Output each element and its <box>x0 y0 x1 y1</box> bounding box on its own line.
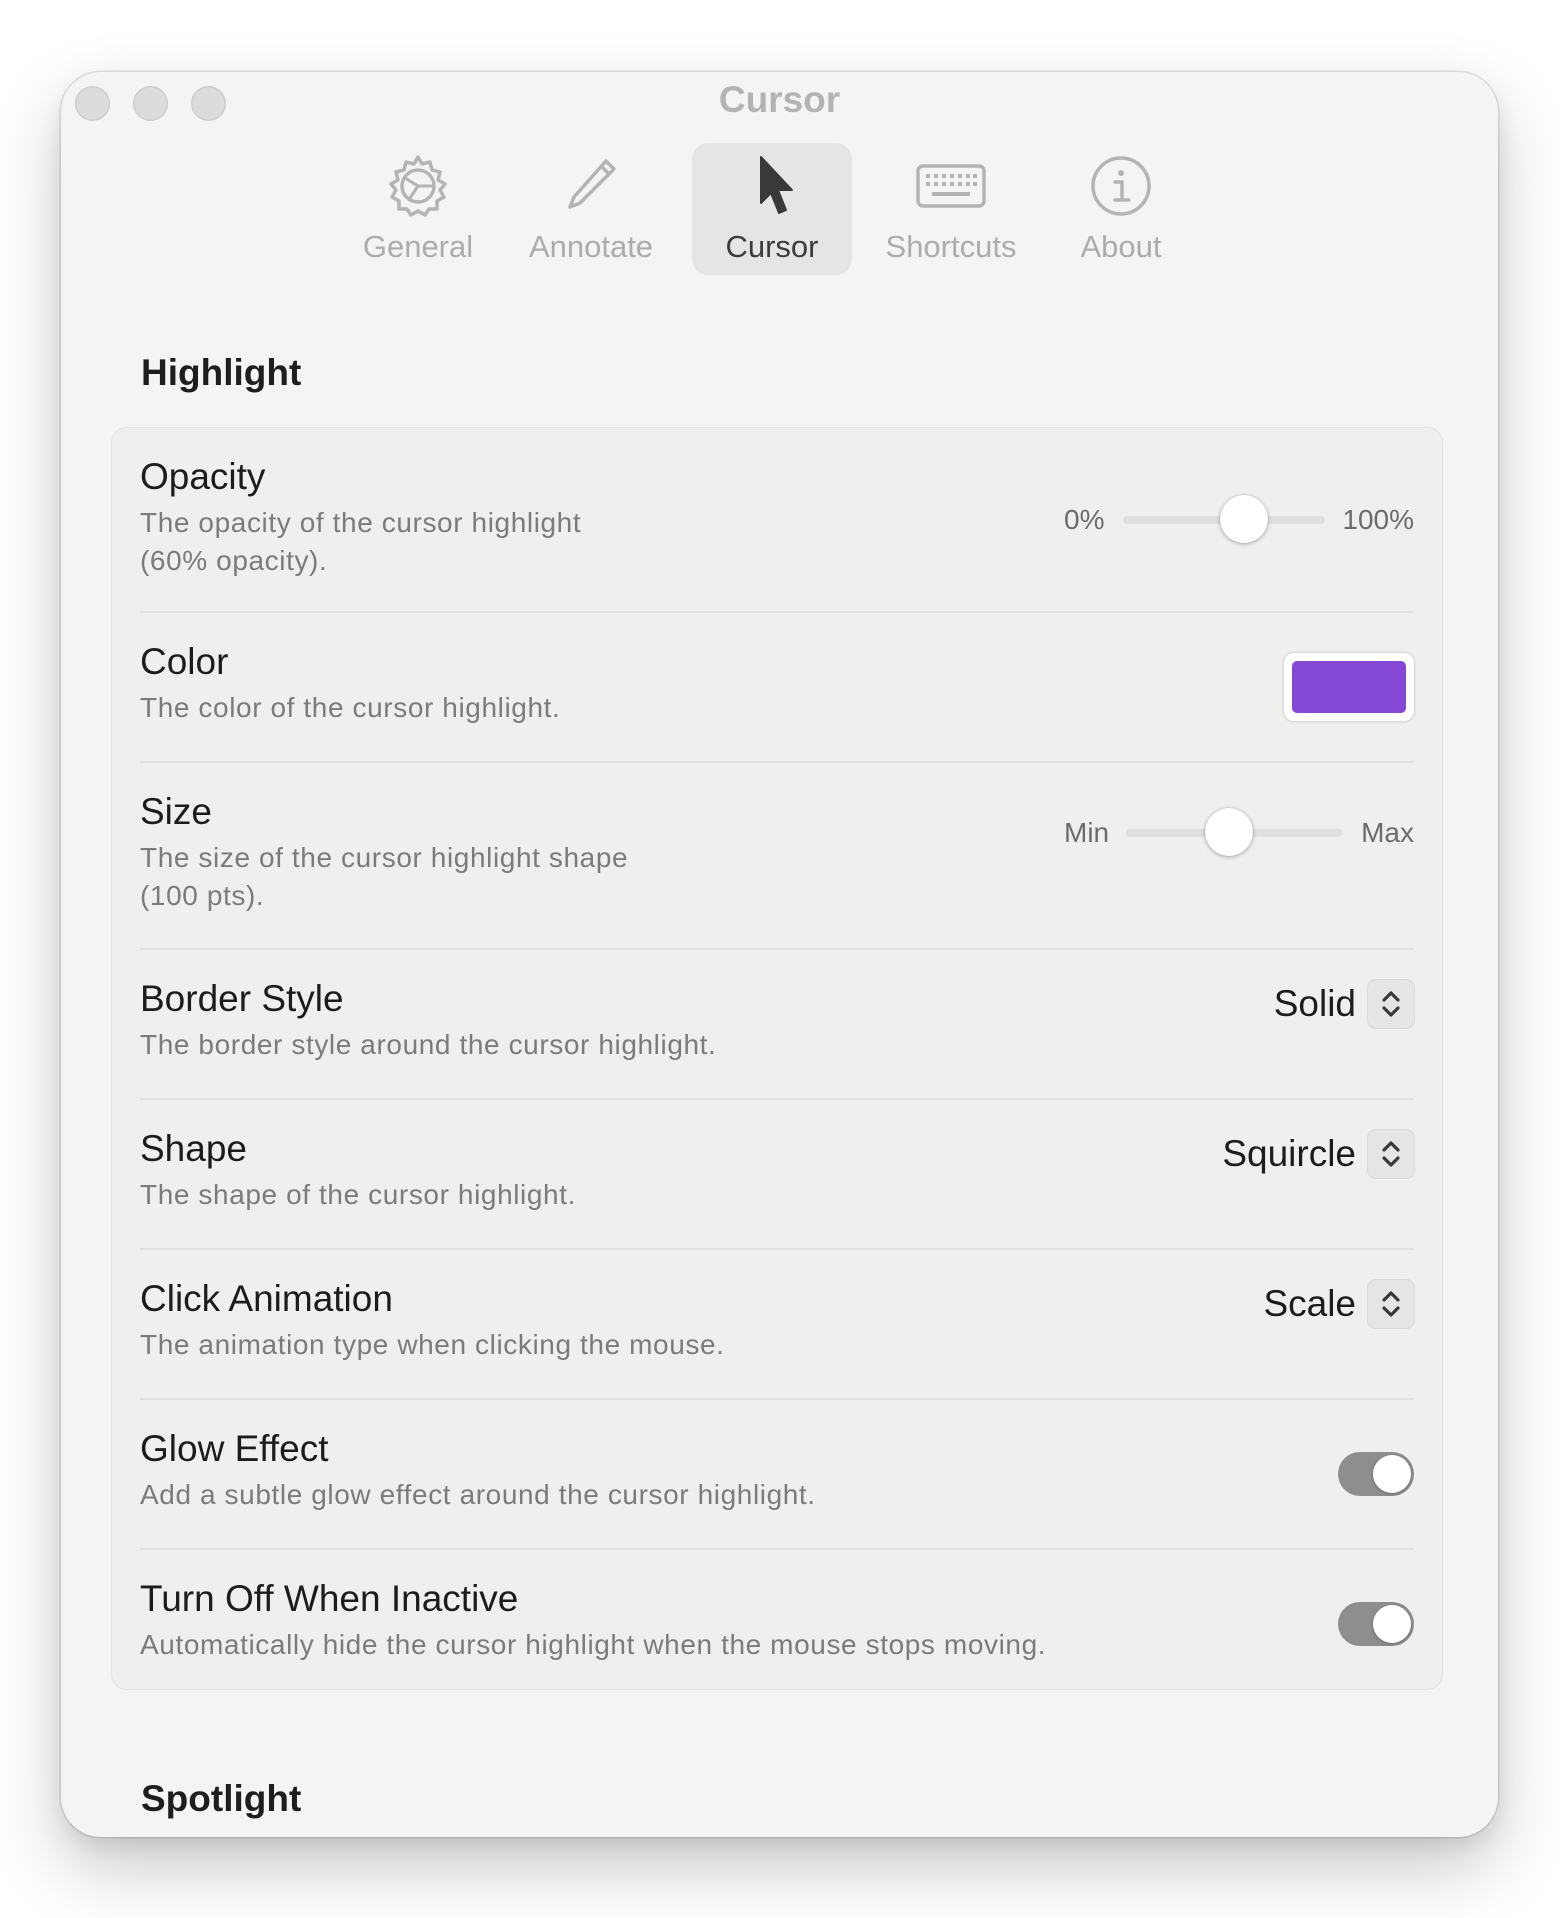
highlight-section-title: Highlight <box>141 352 302 393</box>
turn-off-inactive-row: Turn Off When Inactive Automatically hid… <box>140 1550 1414 1690</box>
spotlight-section-title: Spotlight <box>141 1778 302 1819</box>
glow-effect-description: Add a subtle glow effect around the curs… <box>140 1479 816 1510</box>
tab-shortcuts[interactable]: Shortcuts <box>871 143 1031 275</box>
keyboard-icon <box>916 164 986 208</box>
shape-value: Squircle <box>1222 1133 1356 1174</box>
turn-off-inactive-description: Automatically hide the cursor highlight … <box>140 1629 1047 1660</box>
color-well[interactable] <box>1284 653 1414 721</box>
size-slider[interactable]: Min Max <box>1064 808 1414 858</box>
click-animation-value: Scale <box>1263 1283 1356 1324</box>
cursor-arrow-icon <box>760 156 793 214</box>
opacity-description-line2: (60% opacity). <box>140 545 328 576</box>
size-description: The size of the cursor highlight shape (… <box>140 839 628 915</box>
border-style-row: Border Style The border style around the… <box>140 950 1414 1100</box>
opacity-row: Opacity The opacity of the cursor highli… <box>140 428 1414 613</box>
pencil-icon <box>568 159 616 209</box>
tab-general-label: General <box>362 229 474 264</box>
turn-off-inactive-title: Turn Off When Inactive <box>140 1578 519 1619</box>
shape-popup[interactable]: Squircle <box>1222 1130 1414 1178</box>
window-title: Cursor <box>718 79 841 120</box>
click-animation-popup[interactable]: Scale <box>1263 1280 1414 1328</box>
shape-row: Shape The shape of the cursor highlight.… <box>140 1100 1414 1250</box>
size-title: Size <box>140 791 212 832</box>
up-down-chevron-icon <box>1368 1130 1414 1178</box>
color-well-fill <box>1292 661 1406 713</box>
click-animation-row: Click Animation The animation type when … <box>140 1250 1414 1400</box>
glow-effect-toggle[interactable] <box>1338 1452 1414 1496</box>
size-slider-knob[interactable] <box>1205 808 1253 856</box>
tab-cursor-label: Cursor <box>725 229 819 264</box>
click-animation-title: Click Animation <box>140 1278 393 1319</box>
glow-effect-row: Glow Effect Add a subtle glow effect aro… <box>140 1400 1414 1550</box>
glow-effect-title: Glow Effect <box>140 1428 329 1469</box>
border-style-value: Solid <box>1273 983 1356 1024</box>
turn-off-inactive-toggle-knob <box>1373 1605 1411 1643</box>
size-description-line1: The size of the cursor highlight shape <box>140 842 629 873</box>
opacity-description-line1: The opacity of the cursor highlight <box>140 507 582 538</box>
opacity-min-label: 0% <box>1064 504 1105 535</box>
tab-shortcuts-label: Shortcuts <box>885 229 1017 264</box>
info-icon <box>1091 156 1151 216</box>
border-style-title: Border Style <box>140 978 344 1019</box>
up-down-chevron-icon <box>1368 980 1414 1028</box>
click-animation-description: The animation type when clicking the mou… <box>140 1329 725 1360</box>
size-description-line2: (100 pts). <box>140 880 265 911</box>
turn-off-inactive-toggle[interactable] <box>1338 1602 1414 1646</box>
border-style-description: The border style around the cursor highl… <box>140 1029 717 1060</box>
opacity-max-label: 100% <box>1342 504 1414 535</box>
tab-general[interactable]: General <box>343 143 493 275</box>
color-row: Color The color of the cursor highlight. <box>140 613 1414 763</box>
border-style-popup[interactable]: Solid <box>1274 980 1414 1028</box>
opacity-title: Opacity <box>140 456 266 497</box>
size-row: Size The size of the cursor highlight sh… <box>140 763 1414 950</box>
color-description: The color of the cursor highlight. <box>140 692 561 723</box>
gear-icon <box>389 155 447 217</box>
highlight-settings-group: Opacity The opacity of the cursor highli… <box>111 427 1443 1690</box>
opacity-description: The opacity of the cursor highlight (60%… <box>140 504 581 580</box>
shape-description: The shape of the cursor highlight. <box>140 1179 576 1210</box>
size-min-label: Min <box>1064 817 1110 848</box>
size-max-label: Max <box>1361 817 1414 848</box>
tab-annotate[interactable]: Annotate <box>511 143 671 275</box>
opacity-slider-knob[interactable] <box>1220 495 1269 543</box>
shape-title: Shape <box>140 1128 247 1169</box>
preferences-toolbar: General Annotate Cursor Shortcuts About <box>61 143 1498 275</box>
opacity-slider[interactable]: 0% 100% <box>1064 495 1414 545</box>
up-down-chevron-icon <box>1368 1280 1414 1328</box>
tab-about[interactable]: About <box>1051 143 1191 275</box>
preferences-window: Cursor General Annotate Cursor Shortcuts… <box>61 72 1498 1837</box>
glow-effect-toggle-knob <box>1373 1455 1411 1493</box>
tab-cursor[interactable]: Cursor <box>692 143 852 275</box>
tab-about-label: About <box>1080 229 1162 264</box>
tab-annotate-label: Annotate <box>528 229 654 264</box>
color-title: Color <box>140 641 229 682</box>
